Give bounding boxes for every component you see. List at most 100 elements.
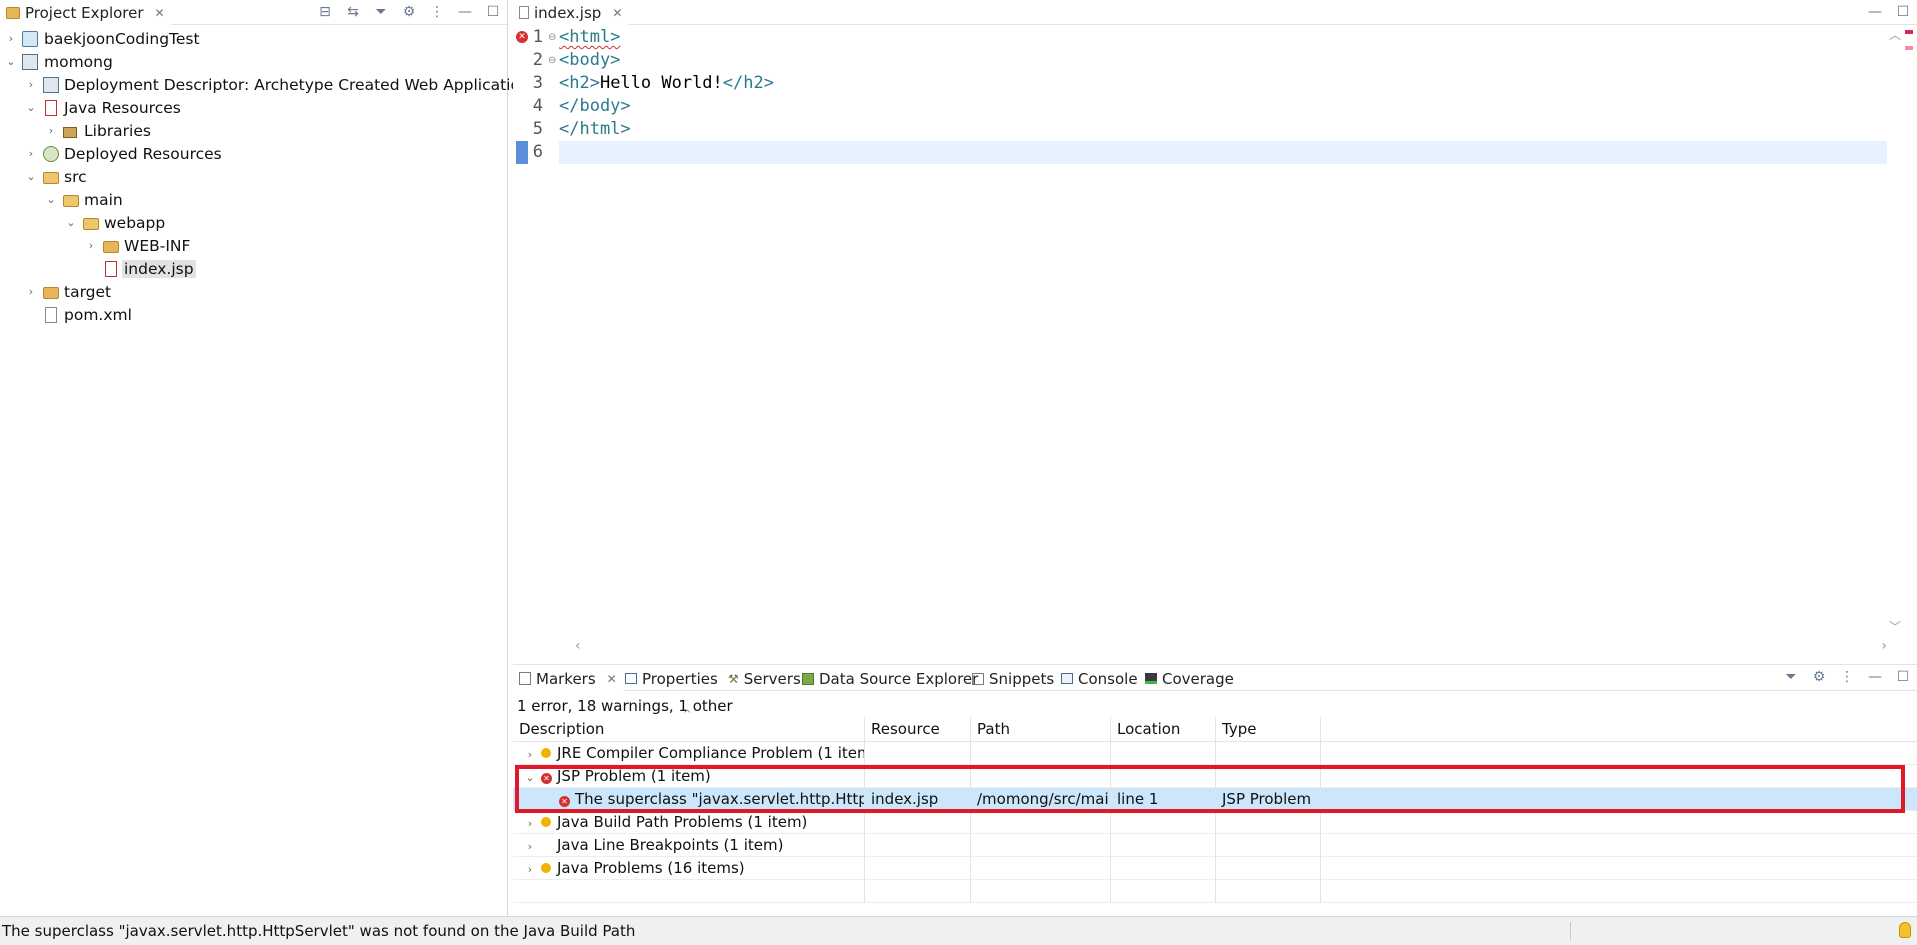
lightbulb-icon[interactable] bbox=[1899, 922, 1911, 938]
scroll-down-icon[interactable]: ﹀ bbox=[1887, 618, 1903, 635]
editor-area: index.jsp ✕ — ☐ ✕ 1 ⊖ 2 ⊖ 3 4 5 6 <html>… bbox=[513, 0, 1917, 660]
warning-icon bbox=[541, 748, 551, 758]
collapse-all-icon[interactable]: ⊟ bbox=[317, 4, 333, 20]
column-header-location[interactable]: Location bbox=[1111, 717, 1216, 742]
view-menu-icon[interactable]: ⋮ bbox=[1839, 669, 1855, 685]
row-path bbox=[971, 857, 1111, 880]
tab-properties[interactable]: Properties bbox=[619, 666, 724, 691]
status-message: The superclass "javax.servlet.http.HttpS… bbox=[2, 922, 636, 940]
code-editor[interactable]: ✕ 1 ⊖ 2 ⊖ 3 4 5 6 <html> <body> <h2>Hell… bbox=[513, 26, 1917, 660]
warning-overview-mark[interactable] bbox=[1905, 46, 1913, 50]
line-number: 2 bbox=[532, 50, 543, 70]
java-resources-icon bbox=[45, 99, 57, 116]
row-resource bbox=[865, 834, 971, 857]
column-header-resource[interactable]: Resource bbox=[865, 717, 971, 742]
chevron-down-icon[interactable]: ⌄ bbox=[45, 193, 57, 206]
line-number: 3 bbox=[532, 73, 543, 93]
tree-item-deployed-resources[interactable]: › Deployed Resources bbox=[0, 142, 508, 165]
description-text: Java Build Path Problems (1 item) bbox=[557, 813, 808, 831]
line-number: 4 bbox=[532, 96, 543, 116]
tab-data-source-explorer[interactable]: Data Source Explorer bbox=[796, 666, 984, 691]
tree-item-main[interactable]: ⌄ main bbox=[0, 188, 508, 211]
table-row[interactable]: › Java Line Breakpoints (1 item) bbox=[513, 834, 1917, 857]
maximize-icon[interactable]: ☐ bbox=[1895, 4, 1911, 20]
tree-item-momong[interactable]: ⌄ momong bbox=[0, 50, 508, 73]
chevron-right-icon[interactable]: › bbox=[25, 147, 37, 160]
chevron-right-icon[interactable]: › bbox=[45, 124, 57, 137]
chevron-right-icon[interactable]: › bbox=[25, 78, 37, 91]
row-resource bbox=[865, 742, 971, 765]
folder-icon bbox=[43, 286, 59, 299]
tree-item-pom-xml[interactable]: pom.xml bbox=[0, 303, 508, 326]
status-separator bbox=[1570, 922, 1571, 940]
column-header-description[interactable]: Description bbox=[513, 717, 865, 742]
table-row[interactable]: › Java Problems (16 items) bbox=[513, 857, 1917, 880]
chevron-right-icon[interactable]: › bbox=[519, 835, 541, 857]
table-row[interactable]: › Java Build Path Problems (1 item) bbox=[513, 811, 1917, 834]
tab-console[interactable]: Console bbox=[1055, 666, 1144, 691]
tab-project-explorer[interactable]: Project Explorer ✕ bbox=[0, 0, 171, 25]
maximize-icon[interactable]: ☐ bbox=[485, 4, 501, 20]
close-icon[interactable]: ✕ bbox=[612, 6, 622, 20]
focus-icon[interactable]: ⚙ bbox=[1811, 669, 1827, 685]
tree-item-webapp[interactable]: ⌄ webapp bbox=[0, 211, 508, 234]
minimize-icon[interactable]: — bbox=[1867, 4, 1883, 20]
focus-icon[interactable]: ⚙ bbox=[401, 4, 417, 20]
column-header-type[interactable]: Type bbox=[1216, 717, 1321, 742]
view-menu-icon[interactable]: ⋮ bbox=[429, 4, 445, 20]
fold-collapse-icon[interactable]: ⊖ bbox=[548, 26, 556, 49]
tree-item-java-resources[interactable]: ⌄ Java Resources bbox=[0, 96, 508, 119]
fold-collapse-icon[interactable]: ⊖ bbox=[548, 49, 556, 72]
chevron-down-icon[interactable]: ⌄ bbox=[25, 170, 37, 183]
chevron-right-icon[interactable]: › bbox=[519, 743, 541, 765]
markers-toolbar: ⏷ ⚙ ⋮ — ☐ bbox=[1783, 666, 1911, 688]
empty-cell bbox=[1216, 880, 1321, 903]
table-row[interactable]: › JRE Compiler Compliance Problem (1 item… bbox=[513, 742, 1917, 765]
tab-index-jsp[interactable]: index.jsp ✕ bbox=[513, 0, 629, 25]
chevron-down-icon[interactable]: ⌄ bbox=[5, 55, 17, 68]
vertical-scrollbar[interactable]: ︿ ﹀ bbox=[1887, 26, 1903, 646]
tab-label: Project Explorer bbox=[25, 3, 144, 22]
tab-coverage[interactable]: Coverage bbox=[1139, 666, 1240, 691]
tree-item-web-inf[interactable]: › WEB-INF bbox=[0, 234, 508, 257]
line-number-gutter: ✕ 1 ⊖ 2 ⊖ 3 4 5 6 bbox=[513, 26, 559, 646]
tab-servers[interactable]: ⚒ Servers bbox=[722, 666, 807, 691]
chevron-down-icon[interactable]: ⌄ bbox=[25, 101, 37, 114]
filter-icon[interactable]: ⏷ bbox=[373, 4, 389, 20]
chevron-right-icon[interactable]: › bbox=[519, 858, 541, 880]
code-line: </body> bbox=[559, 95, 631, 118]
code-line: <html> bbox=[559, 26, 620, 49]
scroll-up-icon[interactable]: ︿ bbox=[1887, 26, 1903, 43]
link-with-editor-icon[interactable]: ⇆ bbox=[345, 4, 361, 20]
tab-snippets[interactable]: Snippets bbox=[966, 666, 1060, 691]
close-icon[interactable]: ✕ bbox=[155, 6, 165, 20]
scroll-right-icon[interactable]: › bbox=[1881, 638, 1887, 654]
chevron-right-icon[interactable]: › bbox=[519, 812, 541, 834]
tree-item-deployment-descriptor[interactable]: › Deployment Descriptor: Archetype Creat… bbox=[0, 73, 530, 96]
tree-item-libraries[interactable]: › Libraries bbox=[0, 119, 508, 142]
close-icon[interactable]: ✕ bbox=[607, 672, 617, 686]
chevron-right-icon[interactable]: › bbox=[25, 285, 37, 298]
tab-markers[interactable]: Markers ✕ bbox=[513, 666, 623, 691]
maximize-icon[interactable]: ☐ bbox=[1895, 669, 1911, 685]
row-type bbox=[1216, 742, 1321, 765]
tree-item-target[interactable]: › target bbox=[0, 280, 508, 303]
overview-ruler[interactable] bbox=[1905, 30, 1915, 62]
warning-icon bbox=[541, 817, 551, 827]
tree-item-baekjoon[interactable]: › baekjoonCodingTest bbox=[0, 27, 508, 50]
line-number: 6 bbox=[532, 142, 543, 162]
code-text[interactable]: <html> <body> <h2>Hello World!</h2> </bo… bbox=[559, 26, 1887, 646]
minimize-icon[interactable]: — bbox=[1867, 669, 1883, 685]
chevron-down-icon[interactable]: ⌄ bbox=[65, 216, 77, 229]
tree-item-src[interactable]: ⌄ src bbox=[0, 165, 508, 188]
tree-item-index-jsp[interactable]: index.jsp bbox=[0, 257, 508, 280]
project-explorer-icon bbox=[6, 6, 20, 19]
chevron-right-icon[interactable]: › bbox=[85, 239, 97, 252]
scroll-left-icon[interactable]: ‹ bbox=[575, 638, 581, 654]
column-header-path[interactable]: Path bbox=[971, 717, 1111, 742]
filter-icon[interactable]: ⏷ bbox=[1783, 669, 1799, 685]
minimize-icon[interactable]: — bbox=[457, 4, 473, 20]
error-overview-mark[interactable] bbox=[1905, 30, 1913, 34]
horizontal-scrollbar[interactable]: ‹ › bbox=[559, 638, 1887, 658]
chevron-right-icon[interactable]: › bbox=[5, 32, 17, 45]
